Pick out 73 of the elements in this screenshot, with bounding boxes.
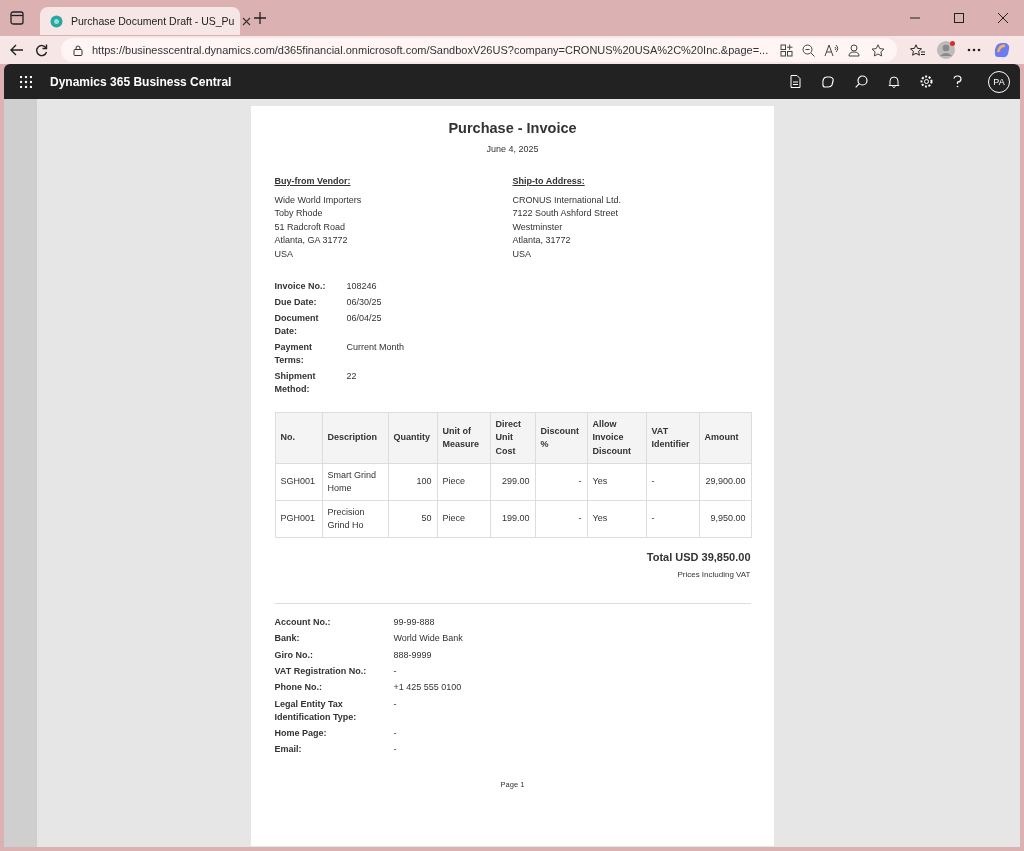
field-value: 99-99-888 <box>393 616 436 630</box>
table-cell: 9,950.00 <box>699 500 751 538</box>
column-header: No. <box>275 412 322 464</box>
table-cell: - <box>535 500 587 538</box>
address-line: CRONUS International Ltd. <box>512 194 623 207</box>
column-header: Unit of Measure <box>437 412 490 464</box>
document-date: June 4, 2025 <box>485 144 540 154</box>
table-cell: 199.00 <box>490 500 535 538</box>
table-cell: 299.00 <box>490 463 535 501</box>
field-label: Payment Terms: <box>274 341 314 368</box>
table-cell: Piece <box>437 463 490 501</box>
column-header: Allow Invoice Discount <box>587 412 646 464</box>
tab-title: Purchase Document Draft - US_Pu <box>71 15 235 27</box>
address-bar[interactable]: https://businesscentral.dynamics.com/d365financial.onmicrosoft.com/SandboxV26US?company=CRONUS%20USA%2C%20Inc.&page=... <box>61 38 897 62</box>
table-cell: Piece <box>437 500 490 538</box>
table-cell: - <box>646 500 699 538</box>
table-cell: - <box>535 463 587 501</box>
field-label: Account No.: <box>274 616 332 630</box>
column-header: Discount % <box>535 412 587 464</box>
column-header: Direct Unit Cost <box>490 412 535 464</box>
table-cell: PGH001 <box>275 500 322 538</box>
field-label: Shipment Method: <box>274 370 317 397</box>
table-cell: 29,900.00 <box>699 463 751 501</box>
field-label: Phone No.: <box>274 681 323 695</box>
field-value: - <box>393 726 398 740</box>
table-cell: 100 <box>388 463 437 501</box>
field-value: 108246 <box>346 280 378 294</box>
address-line: Toby Rhode <box>274 207 324 221</box>
column-header: Amount <box>699 412 751 464</box>
field-label: Due Date: <box>274 296 318 310</box>
table-cell: Yes <box>587 500 646 538</box>
address-line: 51 Radcroft Road <box>274 220 347 234</box>
address-line: Wide World Importers <box>274 194 363 207</box>
address-line: Atlanta, GA 31772 <box>274 234 349 248</box>
table-cell: Yes <box>587 463 646 501</box>
table-cell: SGH001 <box>275 463 322 501</box>
address-line: USA <box>274 247 294 261</box>
address-line: Atlanta, 31772 <box>512 234 572 248</box>
address-line: 7122 South Ashford Street <box>512 207 620 221</box>
field-label: Legal Entity Tax Identification Type: <box>274 697 358 724</box>
table-cell: Precision Grind Ho <box>322 500 388 538</box>
field-label: Bank: <box>274 632 301 646</box>
field-label: Invoice No.: <box>274 280 327 294</box>
address-line: Westminster <box>512 220 564 234</box>
field-value: 06/04/25 <box>346 312 383 326</box>
address-heading: Buy-from Vendor: <box>274 176 352 186</box>
field-label: Email: <box>274 743 303 757</box>
table-cell: Smart Grind Home <box>322 463 388 501</box>
table-cell: - <box>646 463 699 501</box>
column-header: Quantity <box>388 412 437 464</box>
field-label: VAT Registration No.: <box>274 664 368 678</box>
field-value: 22 <box>346 370 358 384</box>
column-header: Description <box>322 412 388 464</box>
field-value: - <box>393 697 398 711</box>
field-value: Current Month <box>346 341 406 355</box>
url-text: https://businesscentral.dynamics.com/d365financial.onmicrosoft.com/SandboxV26US?company=CRONUS%20USA%2C%20Inc.&page=... <box>92 44 770 56</box>
field-label: Home Page: <box>274 726 328 740</box>
prices-note: Prices Including VAT <box>676 570 751 580</box>
invoice-total: Total USD 39,850.00 <box>645 551 751 564</box>
field-value: +1 425 555 0100 <box>393 681 463 695</box>
field-value: World Wide Bank <box>393 632 464 646</box>
address-heading: Ship-to Address: <box>512 176 586 186</box>
column-header: VAT Identifier <box>646 412 699 464</box>
field-value: - <box>393 743 398 757</box>
field-value: 06/30/25 <box>346 296 383 310</box>
document-title: Purchase - Invoice <box>447 120 578 136</box>
field-value: - <box>393 664 398 678</box>
field-label: Giro No.: <box>274 648 314 662</box>
app-title[interactable]: Dynamics 365 Business Central <box>50 74 232 89</box>
table-cell: 50 <box>388 500 437 538</box>
field-value: 888-9999 <box>393 648 433 662</box>
field-label: Document Date: <box>274 312 320 339</box>
address-line: USA <box>512 247 532 261</box>
